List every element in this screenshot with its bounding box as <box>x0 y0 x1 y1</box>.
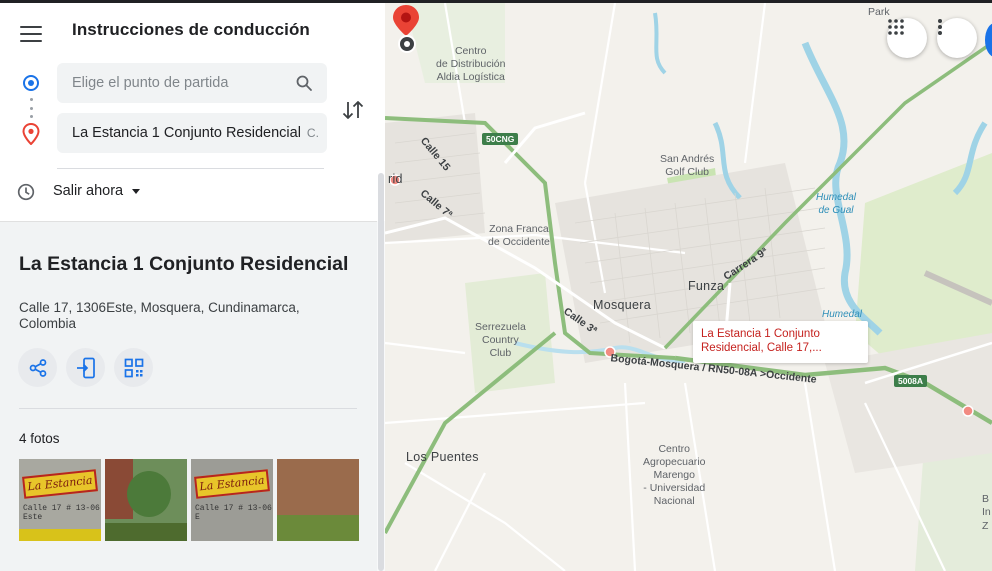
photo-thumbnail[interactable] <box>105 459 187 541</box>
map-label-line: Aldia Logística <box>436 71 505 83</box>
photo-caption-text: Calle 17 # 13-06 E <box>195 504 272 522</box>
directions-form: Instrucciones de conducción Elige el pun… <box>0 3 385 221</box>
photo-strip: La Estancia Calle 17 # 13-06 Este La Est… <box>19 459 359 541</box>
photos-label: 4 fotos <box>19 431 60 446</box>
map-label-line: Centro <box>658 443 690 455</box>
destination-value-overflow: C. <box>306 126 319 140</box>
departure-time-dropdown[interactable]: Salir ahora <box>53 183 141 199</box>
map-label-line: - Universidad <box>643 482 706 494</box>
share-icon <box>29 358 46 377</box>
map-label-line: Nacional <box>653 495 695 507</box>
photo-thumbnail[interactable]: La Estancia Calle 17 # 13-06 Este <box>19 459 101 541</box>
map-label-line: Marengo <box>653 469 695 481</box>
destination-callout[interactable]: La Estancia 1 Conjunto Residencial, Call… <box>693 321 868 363</box>
map-label-zona-franca: Zona Franca de Occidente <box>488 223 550 249</box>
place-name: La Estancia 1 Conjunto Residencial <box>19 253 349 275</box>
callout-line: La Estancia 1 Conjunto <box>701 328 820 340</box>
departure-time-label: Salir ahora <box>53 183 124 199</box>
more-vert-icon <box>938 19 942 35</box>
destination-input[interactable]: La Estancia 1 Conjunto Residencial C. <box>57 113 327 153</box>
map-label-mosquera: Mosquera <box>593 298 651 312</box>
apps-grid-button[interactable] <box>887 18 927 58</box>
map-label-san-andres: San Andrés Golf Club <box>660 153 714 179</box>
map-label-rid: rid <box>388 172 403 186</box>
place-address: Calle 17, 1306Este, Mosquera, Cundinamar… <box>19 300 300 331</box>
map-label-line: Zona Franca <box>489 223 549 235</box>
map-label-line: Club <box>489 347 512 359</box>
photo-caption-text: Calle 17 # 13-06 Este <box>23 504 100 522</box>
map-label-centro-agropecuario: Centro Agropecuario Marengo - Universida… <box>643 443 705 508</box>
scrollbar-thumb[interactable] <box>378 173 384 571</box>
map-label-line: de Distribución <box>436 58 506 70</box>
qr-code-button[interactable] <box>114 348 153 387</box>
map-label-edge: In <box>982 506 991 518</box>
map-label-humedal: Humedal <box>822 309 863 320</box>
photo-hedge <box>277 515 359 541</box>
callout-line: Residencial, Calle 17,... <box>701 342 822 354</box>
map-label-line: Country <box>482 334 519 346</box>
map-label-humedal-gual: Humedal de Gual <box>816 191 856 217</box>
destination-pin-icon <box>22 123 40 145</box>
route-connector <box>30 98 33 118</box>
map-canvas[interactable]: Park Centro de Distribución Aldia Logíst… <box>385 3 992 571</box>
road-shield-5008a: 5008A <box>894 375 928 387</box>
send-to-phone-button[interactable] <box>66 348 105 387</box>
destination-marker-icon[interactable] <box>385 3 421 53</box>
place-actions <box>18 348 153 387</box>
origin-icon <box>23 75 39 91</box>
more-options-button[interactable] <box>937 18 977 58</box>
road-shield-50cng: 50CNG <box>482 133 519 145</box>
start-point-placeholder: Elige el punto de partida <box>72 75 229 91</box>
map-label-line: Golf Club <box>665 166 710 178</box>
map-label-serrezuela: Serrezuela Country Club <box>475 321 526 360</box>
start-point-input[interactable]: Elige el punto de partida <box>57 63 327 103</box>
poi-marker[interactable] <box>962 405 974 417</box>
map-label-funza: Funza <box>688 279 725 293</box>
menu-icon[interactable] <box>18 23 44 45</box>
map-label-los-puentes: Los Puentes <box>406 450 479 464</box>
clock-icon <box>17 183 35 201</box>
map-label-line: San Andrés <box>660 153 715 165</box>
photo-sign: La Estancia <box>194 469 270 499</box>
photo-tree <box>127 471 171 517</box>
send-to-phone-icon <box>76 357 95 378</box>
form-divider <box>57 168 324 169</box>
destination-value: La Estancia 1 Conjunto Residencial <box>72 125 301 141</box>
map-label-line: de Occidente <box>488 236 550 248</box>
map-label-edge: B <box>982 493 990 505</box>
map-label-line: Centro <box>454 45 487 57</box>
photo-sign-text: La Estancia <box>26 473 94 494</box>
photo-sign-text: La Estancia <box>198 473 266 494</box>
chevron-down-icon <box>132 188 141 194</box>
photo-thumbnail[interactable] <box>277 459 359 541</box>
map-label-line: de Gual <box>818 205 854 216</box>
photo-flowers <box>19 529 101 541</box>
card-divider <box>19 408 357 409</box>
search-icon[interactable] <box>295 74 313 92</box>
map-label-line: Agropecuario <box>643 456 706 468</box>
apps-grid-icon <box>888 19 904 35</box>
directions-panel: Instrucciones de conducción Elige el pun… <box>0 3 385 571</box>
place-card: La Estancia 1 Conjunto Residencial Calle… <box>0 221 377 571</box>
photo-sign: La Estancia <box>22 469 98 499</box>
river <box>653 12 667 75</box>
swap-icon[interactable] <box>340 96 366 124</box>
map-label-centro-distribucion: Centro de Distribución Aldia Logística <box>436 45 505 84</box>
photo-hedge <box>105 523 187 541</box>
qr-code-icon <box>124 358 143 377</box>
panel-title: Instrucciones de conducción <box>72 20 310 39</box>
photo-thumbnail[interactable]: La Estancia Calle 17 # 13-06 E <box>191 459 273 541</box>
map-label-edge: Z <box>982 520 989 532</box>
share-button[interactable] <box>18 348 57 387</box>
map-label-line: Humedal <box>816 192 857 203</box>
map-label-line: Serrezuela <box>475 321 526 333</box>
